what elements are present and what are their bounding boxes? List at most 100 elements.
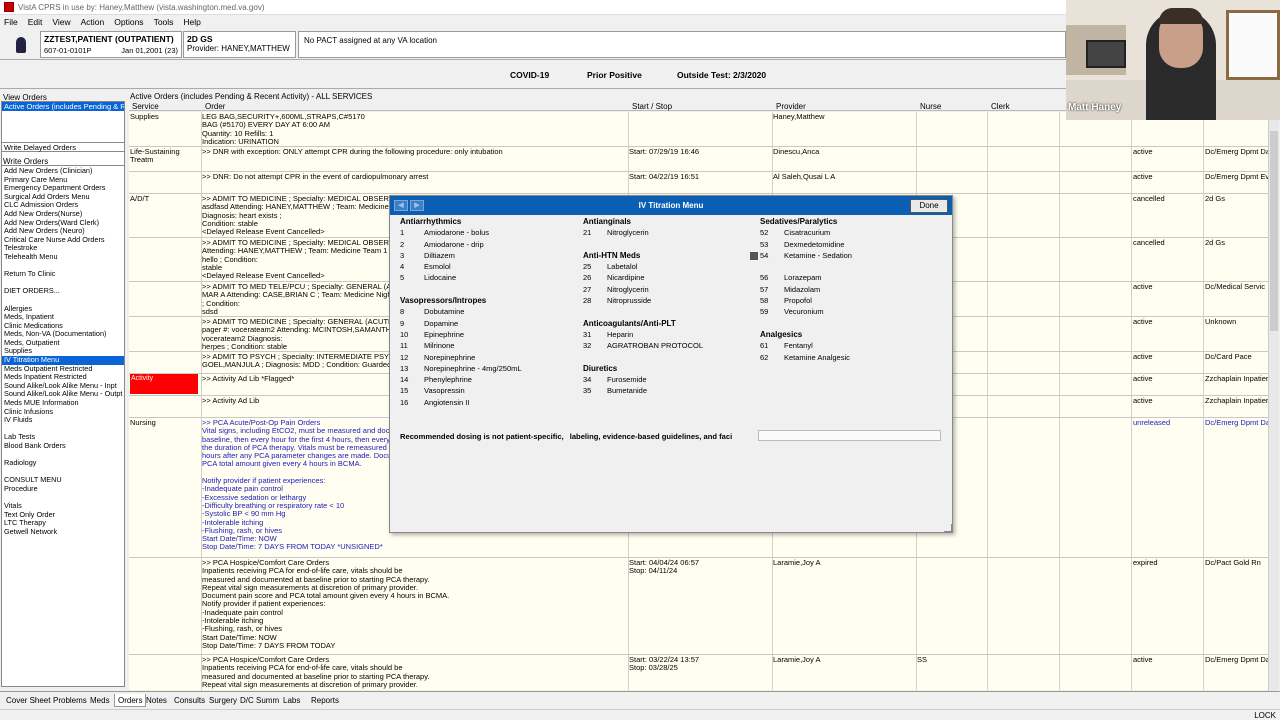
write-order-item[interactable]: Vitals: [2, 502, 124, 511]
menu-help[interactable]: Help: [183, 17, 200, 27]
menu-order-item[interactable]: 5 Lidocaine: [400, 272, 522, 283]
menu-order-item[interactable]: 11 Milrinone: [400, 340, 522, 351]
write-order-item[interactable]: Meds, Outpatient: [2, 339, 124, 348]
tab-notes[interactable]: Notes: [146, 696, 167, 705]
menu-order-item[interactable]: 57 Midazolam: [760, 284, 852, 295]
menu-file[interactable]: File: [4, 17, 18, 27]
resize-grip-icon[interactable]: [944, 524, 952, 532]
write-delayed-orders[interactable]: Write Delayed Orders: [1, 142, 125, 152]
write-order-item[interactable]: Telestroke: [2, 244, 124, 253]
write-order-item[interactable]: Text Only Order: [2, 511, 124, 520]
write-order-item[interactable]: Meds Inpatient Restricted: [2, 373, 124, 382]
scrollbar-thumb[interactable]: [1270, 131, 1278, 331]
col-start-stop[interactable]: Start / Stop: [632, 102, 672, 111]
col-service[interactable]: Service: [132, 102, 159, 111]
menu-order-item[interactable]: 4 Esmolol: [400, 261, 522, 272]
write-order-item[interactable]: CLC Admission Orders: [2, 201, 124, 210]
write-order-item[interactable]: Emergency Department Orders: [2, 184, 124, 193]
write-order-item[interactable]: Add New Orders (Neuro): [2, 227, 124, 236]
encounter-button[interactable]: 2D GS Provider: HANEY,MATTHEW: [183, 31, 296, 58]
write-order-item[interactable]: DIET ORDERS...: [2, 287, 124, 296]
write-order-item[interactable]: Meds, Inpatient: [2, 313, 124, 322]
write-order-item[interactable]: Meds MUE Information: [2, 399, 124, 408]
write-order-item[interactable]: Add New Orders(Ward Clerk): [2, 219, 124, 228]
tab-labs[interactable]: Labs: [283, 696, 300, 705]
menu-options[interactable]: Options: [114, 17, 143, 27]
orders-scrollbar[interactable]: [1268, 111, 1279, 691]
menu-order-item[interactable]: 53 Dexmedetomidine: [760, 239, 852, 250]
menu-order-item[interactable]: 10 Epinephrine: [400, 329, 522, 340]
tab-reports[interactable]: Reports: [311, 696, 339, 705]
write-order-item[interactable]: Add New Orders(Nurse): [2, 210, 124, 219]
write-order-item[interactable]: Getwell Network: [2, 528, 124, 537]
menu-order-item[interactable]: 26 Nicardipine: [583, 272, 703, 283]
write-order-item[interactable]: CONSULT MENU: [2, 476, 124, 485]
view-orders-selected[interactable]: Active Orders (includes Pending & Rec: [2, 102, 124, 111]
menu-order-item[interactable]: 25 Labetalol: [583, 261, 703, 272]
write-order-item[interactable]: Procedure: [2, 485, 124, 494]
write-order-item[interactable]: LTC Therapy: [2, 519, 124, 528]
menu-order-item[interactable]: 58 Propofol: [760, 295, 852, 306]
forward-arrow-icon[interactable]: ▶: [410, 200, 424, 211]
menu-order-item[interactable]: 54 Ketamine - Sedation: [750, 250, 852, 261]
write-orders-list[interactable]: Add New Orders (Clinician) Primary Care M…: [1, 165, 125, 687]
write-order-item[interactable]: Radiology: [2, 459, 124, 468]
write-order-item[interactable]: Supplies: [2, 347, 124, 356]
tab-problems[interactable]: Problems: [53, 696, 87, 705]
tab-orders[interactable]: Orders: [114, 694, 147, 707]
menu-order-item[interactable]: 31 Heparin: [583, 329, 703, 340]
write-order-item[interactable]: Meds, Non-VA (Documentation): [2, 330, 124, 339]
write-order-item[interactable]: Blood Bank Orders: [2, 442, 124, 451]
menu-order-item[interactable]: 9 Dopamine: [400, 318, 522, 329]
write-order-item[interactable]: Telehealth Menu: [2, 253, 124, 262]
write-order-item[interactable]: Meds Outpatient Restricted: [2, 365, 124, 374]
menu-order-item[interactable]: 14 Phenylephrine: [400, 374, 522, 385]
write-order-item[interactable]: Critical Care Nurse Add Orders: [2, 236, 124, 245]
write-order-item[interactable]: Surgical Add Orders Menu: [2, 193, 124, 202]
menu-order-item[interactable]: 3 Diltiazem: [400, 250, 522, 261]
write-order-item[interactable]: IV Fluids: [2, 416, 124, 425]
patient-icon[interactable]: [3, 33, 39, 57]
write-order-item[interactable]: Allergies: [2, 305, 124, 314]
covid-banner[interactable]: COVID-19 Prior Positive Outside Test: 2/…: [0, 61, 1066, 89]
write-order-item[interactable]: Return To Clinic: [2, 270, 124, 279]
order-row[interactable]: >> DNR: Do not attempt CPR in the event …: [129, 172, 1270, 194]
menu-order-item[interactable]: 16 Angiotensin II: [400, 397, 522, 408]
col-clerk[interactable]: Clerk: [991, 102, 1010, 111]
order-row[interactable]: >> PCA Hospice/Comfort Care Orders Inpat…: [129, 558, 1270, 655]
menu-order-item[interactable]: 15 Vasopressin: [400, 385, 522, 396]
write-order-item[interactable]: IV Titration Menu: [2, 356, 124, 365]
tab-surgery[interactable]: Surgery: [209, 696, 237, 705]
menu-view[interactable]: View: [52, 17, 70, 27]
order-row[interactable]: >> PCA Hospice/Comfort Care Orders Inpat…: [129, 655, 1270, 690]
menu-action[interactable]: Action: [81, 17, 105, 27]
done-button[interactable]: Done: [910, 199, 948, 213]
write-order-item[interactable]: Clinic Infusions: [2, 408, 124, 417]
menu-edit[interactable]: Edit: [28, 17, 43, 27]
patient-info-button[interactable]: ZZTEST,PATIENT (OUTPATIENT) 607-01-0101P…: [40, 31, 182, 58]
menu-order-item[interactable]: 34 Furosemide: [583, 374, 703, 385]
order-row[interactable]: Life-Sustaining Treatm >> DNR with except…: [129, 147, 1270, 172]
menu-order-item[interactable]: 35 Bumetanide: [583, 385, 703, 396]
menu-order-item[interactable]: 32 AGRATROBAN PROTOCOL: [583, 340, 703, 351]
menu-tools[interactable]: Tools: [154, 17, 174, 27]
write-order-item[interactable]: Clinic Medications: [2, 322, 124, 331]
menu-order-item[interactable]: 28 Nitroprusside: [583, 295, 703, 306]
tab-consults[interactable]: Consults: [174, 696, 205, 705]
menu-order-item[interactable]: 2 Amiodarone - drip: [400, 239, 522, 250]
menu-order-item[interactable]: 1 Amiodarone - bolus: [400, 227, 522, 238]
menu-order-item[interactable]: 52 Cisatracurium: [760, 227, 852, 238]
tab-d-c-summ[interactable]: D/C Summ: [240, 696, 279, 705]
write-order-item[interactable]: Add New Orders (Clinician): [2, 167, 124, 176]
tab-cover-sheet[interactable]: Cover Sheet: [6, 696, 50, 705]
write-order-item[interactable]: Sound Alike/Look Alike Menu - Inpt: [2, 382, 124, 391]
menu-order-item[interactable]: 61 Fentanyl: [760, 340, 852, 351]
menu-order-item[interactable]: 8 Dobutamine: [400, 306, 522, 317]
menu-order-item[interactable]: 62 Ketamine Analgesic: [760, 352, 852, 363]
menu-order-item[interactable]: 59 Vecuronium: [760, 306, 852, 317]
write-order-item[interactable]: Primary Care Menu: [2, 176, 124, 185]
menu-order-item[interactable]: 12 Norepinephrine: [400, 352, 522, 363]
menu-order-item[interactable]: 27 Nitroglycerin: [583, 284, 703, 295]
tab-meds[interactable]: Meds: [90, 696, 110, 705]
back-arrow-icon[interactable]: ◀: [394, 200, 408, 211]
